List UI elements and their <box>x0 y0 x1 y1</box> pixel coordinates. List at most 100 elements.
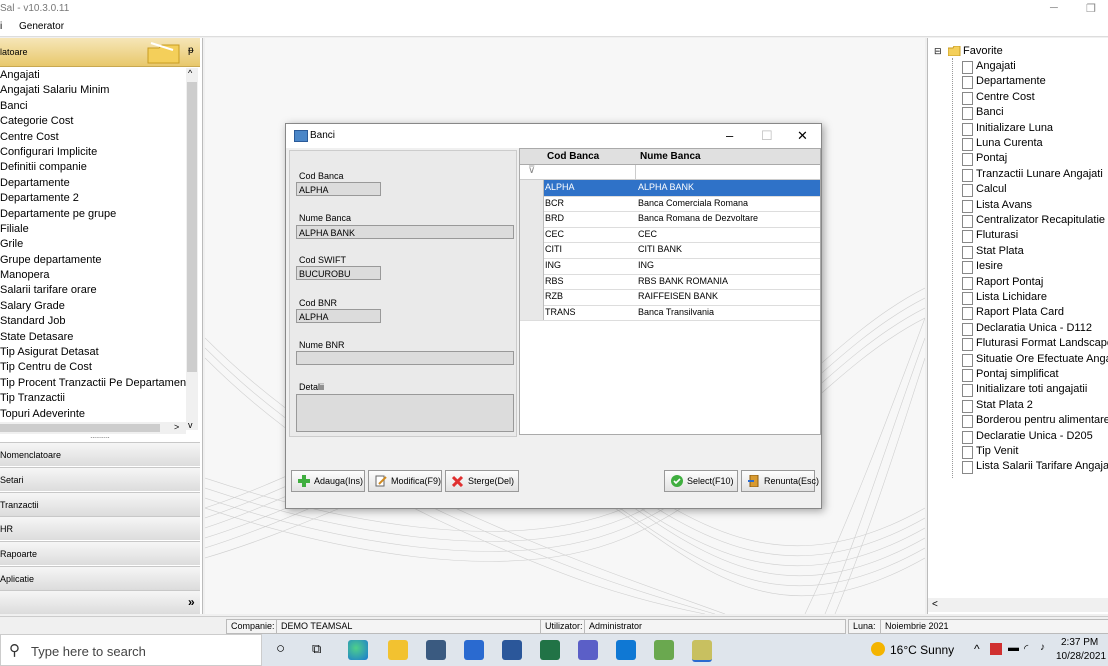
scroll-right-icon[interactable]: > <box>174 422 179 432</box>
scrollbar-thumb[interactable] <box>0 424 160 432</box>
nav-nomenclatoare[interactable]: Nomenclatoare <box>0 442 200 466</box>
list-item[interactable]: Centre Cost <box>0 130 186 145</box>
cod-bnr-field[interactable]: ALPHA <box>296 309 381 323</box>
clock-time[interactable]: 2:37 PM <box>1061 637 1098 648</box>
list-item[interactable]: Standard Job <box>0 314 186 329</box>
collapse-icon[interactable]: ⊟ <box>934 46 942 57</box>
clock-date[interactable]: 10/28/2021 <box>1056 651 1106 662</box>
dialog-minimize-button[interactable]: – <box>726 128 733 143</box>
edit-button[interactable]: Modifica(F9) <box>368 470 442 492</box>
column-header-cod-banca[interactable]: Cod Banca <box>547 151 599 162</box>
volume-icon[interactable]: ♪ <box>1040 642 1045 653</box>
cancel-button[interactable]: Renunta(Esc) <box>741 470 819 492</box>
list-item[interactable]: Grile <box>0 237 186 252</box>
list-vertical-scrollbar[interactable]: ^ v <box>186 68 198 430</box>
cod-swift-field[interactable]: BUCUROBU <box>296 266 381 280</box>
tree-item[interactable]: Stat Plata 2 <box>976 399 1033 411</box>
tray-app-icon[interactable] <box>990 643 1002 655</box>
tree-item[interactable]: Centre Cost <box>976 91 1035 103</box>
cod-banca-field[interactable]: ALPHA <box>296 182 381 196</box>
tree-item[interactable]: Tip Venit <box>976 445 1018 457</box>
mail-icon[interactable] <box>464 640 484 660</box>
delete-button[interactable]: Sterge(Del) <box>445 470 519 492</box>
list-item[interactable]: Salarii tarifare orare <box>0 283 186 298</box>
teams-icon[interactable] <box>578 640 598 660</box>
row-header[interactable] <box>520 180 544 196</box>
tree-horizontal-scrollbar[interactable]: < <box>928 598 1108 612</box>
nav-tranzactii[interactable]: Tranzactii <box>0 492 200 516</box>
tree-item[interactable]: Angajati <box>976 60 1016 72</box>
tree-item[interactable]: Fluturasi Format Landscape <box>976 337 1108 349</box>
row-header[interactable] <box>520 273 544 290</box>
tree-item[interactable]: Luna Curenta <box>976 137 1043 149</box>
list-item[interactable]: Categorie Cost <box>0 114 186 129</box>
row-header[interactable] <box>520 211 544 227</box>
row-header[interactable] <box>520 226 544 243</box>
table-row[interactable]: ALPHA ALPHA BANK <box>520 180 820 197</box>
list-item[interactable]: Grupe departamente <box>0 253 186 268</box>
battery-icon[interactable]: ▬ <box>1008 642 1019 654</box>
tree-item[interactable]: Pontaj <box>976 152 1007 164</box>
task-view-circle-icon[interactable]: ○ <box>276 640 285 657</box>
row-header[interactable] <box>520 289 544 305</box>
table-row[interactable]: RZB RAIFFEISEN BANK <box>520 289 820 306</box>
edge-browser-icon[interactable] <box>348 640 368 660</box>
tree-item[interactable]: Departamente <box>976 75 1046 87</box>
list-item[interactable]: Departamente <box>0 176 186 191</box>
nume-bnr-field[interactable] <box>296 351 514 365</box>
file-explorer-icon[interactable] <box>388 640 408 660</box>
list-item[interactable]: Tip Asigurat Detasat <box>0 345 186 360</box>
maximize-button[interactable]: ❐ <box>1086 2 1096 15</box>
list-item[interactable]: Definitii companie <box>0 160 186 175</box>
app-icon-green[interactable] <box>654 640 674 660</box>
excel-icon[interactable] <box>540 640 560 660</box>
scrollbar-thumb[interactable] <box>187 82 197 372</box>
table-row[interactable]: ING ING <box>520 258 820 275</box>
pin-icon[interactable]: ᵽ <box>188 45 194 56</box>
nav-setari[interactable]: Setari <box>0 467 200 491</box>
list-item[interactable]: Configurari Implicite <box>0 145 186 160</box>
list-item[interactable]: Banci <box>0 99 186 114</box>
list-item[interactable]: Departamente 2 <box>0 191 186 206</box>
nume-banca-field[interactable]: ALPHA BANK <box>296 225 514 239</box>
list-item[interactable]: Tip Procent Tranzactii Pe Departament <box>0 376 186 391</box>
tree-item[interactable]: Declaratie Unica - D205 <box>976 430 1093 442</box>
list-item[interactable]: Tip Tranzactii <box>0 391 186 406</box>
tree-item[interactable]: Initializare Luna <box>976 122 1053 134</box>
add-button[interactable]: Adauga(Ins) <box>291 470 365 492</box>
list-item[interactable]: Filiale <box>0 222 186 237</box>
panel-splitter[interactable]: .......... <box>0 433 200 441</box>
list-item[interactable]: Angajati Salariu Minim <box>0 83 186 98</box>
tree-item[interactable]: Lista Lichidare <box>976 291 1047 303</box>
list-item[interactable]: Topuri Adeverinte <box>0 407 186 422</box>
row-header[interactable] <box>520 258 544 274</box>
tree-item[interactable]: Situatie Ore Efectuate Angajati <box>976 353 1108 365</box>
table-row[interactable]: BCR Banca Comerciala Romana <box>520 195 820 213</box>
tree-item[interactable]: Pontaj simplificat <box>976 368 1059 380</box>
weather-text[interactable]: 16°C Sunny <box>890 643 954 657</box>
nav-aplicatie[interactable]: Aplicatie <box>0 566 200 590</box>
nav-hr[interactable]: HR <box>0 516 200 540</box>
row-header[interactable] <box>520 242 544 258</box>
list-item[interactable]: Departamente pe grupe <box>0 207 186 222</box>
table-row[interactable]: RBS RBS BANK ROMANIA <box>520 273 820 291</box>
scroll-down-icon[interactable]: v <box>188 420 193 430</box>
scroll-left-icon[interactable]: < <box>932 599 938 610</box>
list-item[interactable]: State Detasare <box>0 330 186 345</box>
detalii-field[interactable] <box>296 394 514 432</box>
tree-item[interactable]: Centralizator Recapitulatie <box>976 214 1105 226</box>
tree-item[interactable]: Borderou pentru alimentare <box>976 414 1108 426</box>
tree-item[interactable]: Declaratia Unica - D112 <box>976 322 1092 334</box>
tree-item[interactable]: Raport Plata Card <box>976 306 1064 318</box>
menu-item-partial[interactable]: i <box>0 21 2 32</box>
row-header[interactable] <box>520 195 544 212</box>
list-item[interactable]: Tip Centru de Cost <box>0 360 186 375</box>
tree-item[interactable]: Initializare toti angajatii <box>976 383 1087 395</box>
list-item[interactable]: Manopera <box>0 268 186 283</box>
column-header-nume-banca[interactable]: Nume Banca <box>640 151 701 162</box>
word-icon[interactable] <box>502 640 522 660</box>
tray-chevron-icon[interactable]: ^ <box>974 642 980 656</box>
table-row[interactable]: BRD Banca Romana de Dezvoltare <box>520 211 820 228</box>
tree-item[interactable]: Iesire <box>976 260 1003 272</box>
list-item[interactable]: Salary Grade <box>0 299 186 314</box>
